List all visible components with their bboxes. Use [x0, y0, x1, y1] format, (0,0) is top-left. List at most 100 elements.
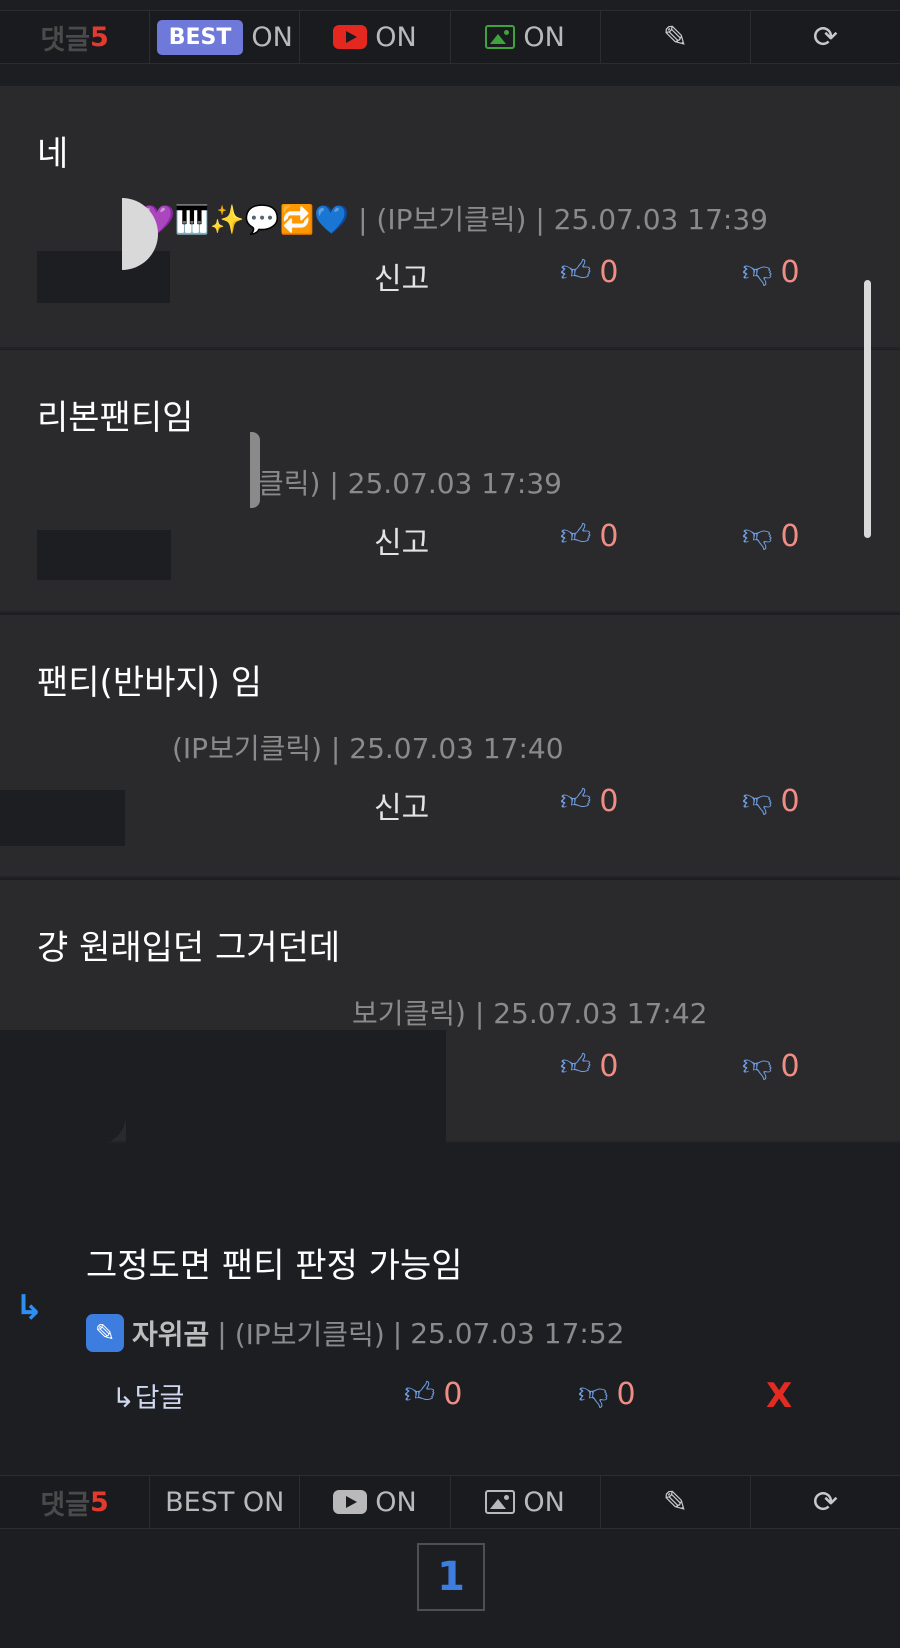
pencil-icon: ✎: [86, 1314, 124, 1352]
like-button[interactable]: 👍︎ 0: [404, 1376, 462, 1412]
thumbs-down-icon: 👎︎: [742, 254, 773, 289]
thumbs-down-icon: 👎︎: [742, 1048, 773, 1083]
reply-meta: ✎ 자위곰 | (IP보기클릭) | 25.07.03 17:52: [86, 1313, 624, 1353]
refresh-button[interactable]: ⟳: [751, 11, 900, 63]
like-button[interactable]: 👍︎ 0: [560, 518, 618, 554]
youtube-icon: [333, 25, 368, 49]
youtube-toggle[interactable]: ON: [300, 11, 451, 63]
refresh-icon: ⟳: [812, 1484, 839, 1520]
thumbs-up-icon: 👍︎: [560, 783, 592, 818]
comment-toolbar-bottom: 댓글 5 BEST ON ON ON ✎ ⟳: [0, 1475, 900, 1529]
comment-text: 걍 원래입던 그거던데: [37, 928, 341, 968]
thumbs-down-icon: 👎︎: [578, 1376, 609, 1411]
comment-count-number: 5: [90, 1486, 109, 1518]
dislike-count: 0: [780, 783, 800, 819]
dislike-count: 0: [780, 518, 800, 554]
dislike-button[interactable]: 👎︎ 0: [742, 783, 800, 819]
best-state: BEST ON: [165, 1486, 285, 1518]
thumbs-down-icon: 👎︎: [742, 783, 773, 818]
comment-item: 걍 원래입던 그거던데 보기클릭) | 25.07.03 17:42 👍︎ 0 👎…: [0, 880, 900, 1160]
dislike-count: 0: [780, 1048, 800, 1084]
like-count: 0: [599, 783, 619, 819]
write-button[interactable]: ✎: [601, 1476, 751, 1528]
image-icon: [485, 1490, 516, 1514]
image-state: ON: [523, 1486, 565, 1518]
comment-count-label: 댓글: [40, 1489, 91, 1521]
comment-meta: (IP보기클릭) | 25.07.03 17:40: [172, 732, 564, 765]
delete-button[interactable]: X: [766, 1376, 792, 1416]
comment-text: 네: [37, 134, 69, 174]
dislike-button[interactable]: 👎︎ 0: [742, 254, 800, 290]
comment-count-label: 댓글: [40, 24, 91, 56]
report-button[interactable]: 신고: [374, 518, 429, 562]
redaction-mask: [37, 530, 171, 580]
like-count: 0: [443, 1376, 463, 1412]
pencil-icon: ✎: [662, 1484, 688, 1520]
image-icon: [485, 25, 516, 49]
redaction-mask: [250, 432, 260, 508]
reply-ip[interactable]: (IP보기클릭): [235, 1313, 385, 1353]
reply-timestamp: 25.07.03 17:52: [410, 1316, 625, 1350]
like-button[interactable]: 👍︎ 0: [560, 783, 618, 819]
dislike-count: 0: [616, 1376, 636, 1412]
thumbs-up-icon: 👍︎: [404, 1376, 436, 1411]
comment-item: 리본팬티임 클릭) | 25.07.03 17:39 신고 👍︎ 0 👎︎ 0: [0, 350, 900, 613]
reply-author[interactable]: 자위곰: [132, 1313, 209, 1353]
dislike-count: 0: [780, 254, 800, 290]
write-button[interactable]: ✎: [601, 11, 751, 63]
comment-text: 팬티(반바지) 임: [37, 663, 263, 703]
report-button[interactable]: 신고: [374, 783, 429, 827]
like-count: 0: [599, 1048, 619, 1084]
redaction-mask: [0, 790, 125, 846]
comment-count: 댓글 5: [0, 1476, 151, 1528]
like-button[interactable]: 👍︎ 0: [560, 1048, 618, 1084]
youtube-state: ON: [375, 21, 417, 53]
comment-text: 리본팬티임: [37, 398, 194, 438]
report-button[interactable]: 신고: [374, 254, 429, 298]
redaction-mask: [126, 1030, 446, 1160]
thumbs-down-icon: 👎︎: [742, 518, 773, 553]
comment-toolbar-top: 댓글 5 BEST ON ON ON ✎ ⟳: [0, 10, 900, 64]
image-state: ON: [523, 21, 565, 53]
like-count: 0: [599, 254, 619, 290]
dislike-button[interactable]: 👎︎ 0: [578, 1376, 636, 1412]
youtube-state: ON: [375, 1486, 417, 1518]
youtube-toggle[interactable]: ON: [300, 1476, 451, 1528]
pencil-icon: ✎: [662, 19, 688, 55]
reply-text: 그정도면 팬티 판정 가능임: [86, 1246, 463, 1286]
refresh-icon: ⟳: [812, 19, 839, 55]
comment-item: 팬티(반바지) 임 (IP보기클릭) | 25.07.03 17:40 신고 👍…: [0, 615, 900, 878]
dislike-button[interactable]: 👎︎ 0: [742, 1048, 800, 1084]
image-toggle[interactable]: ON: [451, 1476, 601, 1528]
comment-item: 네 💜🎹✨💬🔁💙 | (IP보기클릭) | 25.07.03 17:39 답글 …: [0, 86, 900, 349]
comment-actions: 신고 👍︎ 0 👎︎ 0: [0, 783, 900, 827]
reply-item: ↳ 그정도면 팬티 판정 가능임 ✎ 자위곰 | (IP보기클릭) | 25.0…: [0, 1148, 900, 1453]
thumbs-up-icon: 👍︎: [560, 1048, 592, 1083]
thumbs-up-icon: 👍︎: [560, 518, 592, 553]
reply-link[interactable]: ↳답글: [112, 1376, 184, 1415]
comment-meta: 보기클릭) | 25.07.03 17:42: [352, 997, 708, 1030]
best-badge: BEST: [156, 19, 244, 55]
comment-count-number: 5: [90, 21, 109, 53]
reply-arrow-icon: ↳: [15, 1288, 44, 1328]
image-toggle[interactable]: ON: [451, 11, 601, 63]
comment-count: 댓글 5: [0, 11, 151, 63]
thumbs-up-icon: 👍︎: [560, 254, 592, 289]
youtube-icon: [333, 1490, 368, 1514]
scrollbar[interactable]: [864, 280, 871, 538]
meta-separator: |: [392, 1316, 403, 1350]
refresh-button[interactable]: ⟳: [751, 1476, 900, 1528]
like-button[interactable]: 👍︎ 0: [560, 254, 618, 290]
comment-meta: 클릭) | 25.07.03 17:39: [258, 467, 562, 500]
best-toggle[interactable]: BEST ON: [150, 1476, 301, 1528]
best-toggle[interactable]: BEST ON: [150, 11, 301, 63]
redaction-mask: [37, 251, 170, 303]
dislike-button[interactable]: 👎︎ 0: [742, 518, 800, 554]
like-count: 0: [599, 518, 619, 554]
comment-meta: 💜🎹✨💬🔁💙 | (IP보기클릭) | 25.07.03 17:39: [140, 203, 768, 236]
page-button-current[interactable]: 1: [417, 1543, 485, 1611]
redaction-mask: [0, 1030, 126, 1145]
meta-separator: |: [217, 1316, 227, 1350]
reply-actions: ↳답글 👍︎ 0 👎︎ 0 X: [0, 1376, 900, 1420]
best-state: ON: [251, 21, 293, 53]
